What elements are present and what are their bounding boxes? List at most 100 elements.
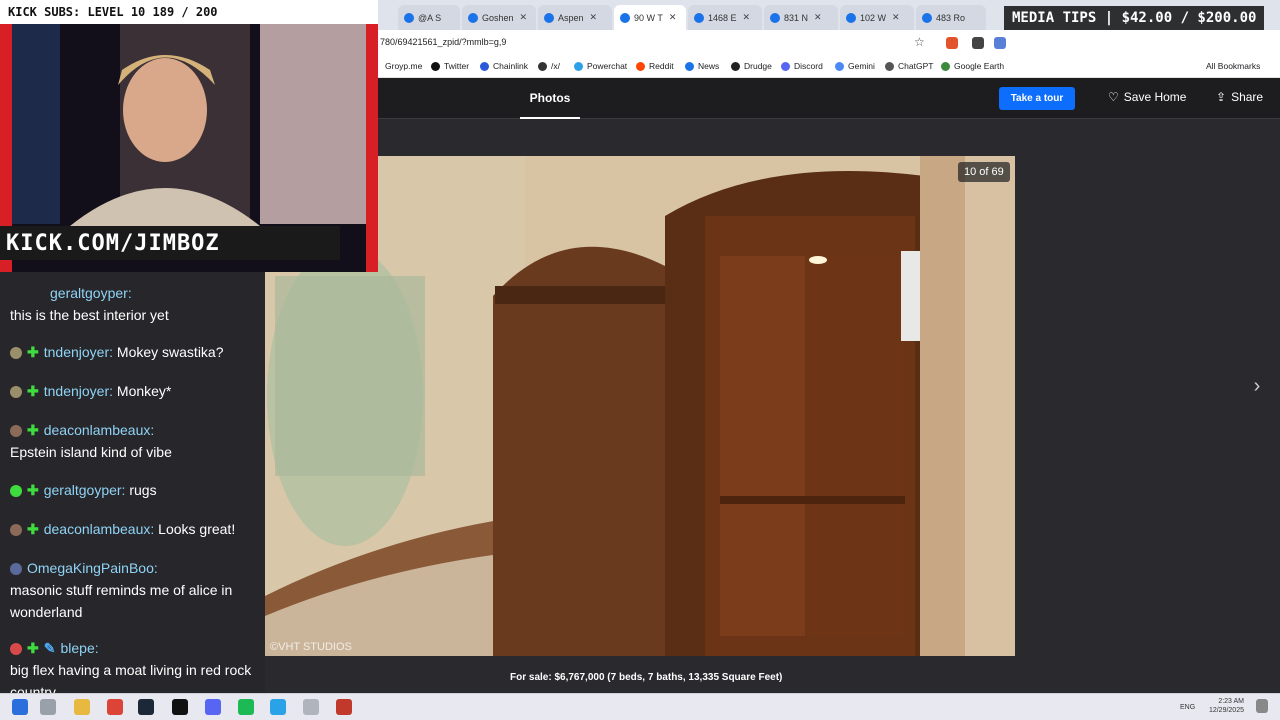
extension-icon[interactable] [972,37,984,49]
discord-icon [781,61,790,71]
bookmark-item[interactable]: Drudge [731,61,772,71]
chat-username[interactable]: tndenjoyer: [44,344,113,360]
spotify-icon[interactable] [238,699,254,715]
app-icon[interactable] [303,699,319,715]
browser-tab-active[interactable]: 90 W T ✕ [614,5,686,30]
browser-tab[interactable]: 831 N ✕ [764,5,838,30]
browser-tab[interactable]: Goshen ✕ [462,5,536,30]
user-badge-icon [10,563,22,576]
user-badge-icon [10,643,22,656]
gemini-icon [835,61,844,71]
take-tour-button[interactable]: Take a tour [999,87,1075,110]
bookmark-item[interactable]: News [685,61,719,71]
drudge-icon [731,61,740,71]
zillow-favicon-icon [922,12,932,23]
chat-message: ✚ tndenjoyer: Monkey* [10,380,265,402]
user-badge-icon [10,425,22,438]
chat-username[interactable]: geraltgoyper: [44,482,126,498]
next-photo-chevron-icon[interactable]: › [1246,375,1268,397]
browser-tab[interactable]: 483 Ro [916,5,986,30]
browser-tab[interactable]: Aspen ✕ [538,5,612,30]
zillow-favicon-icon [770,12,780,23]
app-icon[interactable] [336,699,352,715]
user-badge-icon [10,524,22,537]
browser-tab[interactable]: 102 W ✕ [840,5,914,30]
chat-message: ✚ deaconlambeaux: Epstein island kind of … [10,419,265,463]
language-indicator[interactable]: ENG [1180,703,1195,712]
tab-close-icon[interactable]: ✕ [743,12,751,23]
chat-username[interactable]: OmegaKingPainBoo: [27,560,158,576]
chrome-icon[interactable] [107,699,123,715]
heart-icon: ♡ [1108,90,1119,104]
metamask-extension-icon[interactable] [946,37,958,49]
chat-message: geraltgoyper: this is the best interior … [10,282,265,326]
plus-badge-icon: ✚ [27,521,39,537]
bookmark-item[interactable]: /x/ [538,61,560,71]
discord-icon[interactable] [205,699,221,715]
chat-username[interactable]: tndenjoyer: [44,383,113,399]
chat-username[interactable]: deaconlambeaux: [44,422,155,438]
tab-close-icon[interactable]: ✕ [814,12,822,23]
clock[interactable]: 2:23 AM 12/29/2025 [1200,697,1244,715]
windows-start-icon[interactable] [12,699,28,715]
pencil-badge-icon: ✎ [43,640,56,656]
extension-icon[interactable] [994,37,1006,49]
bookmark-item[interactable]: Google Earth [941,61,1004,71]
kick-url-banner: KICK.COM/JIMBOZ [0,226,340,260]
chat-username[interactable]: blepe: [60,640,98,656]
task-view-icon[interactable] [40,699,56,715]
telegram-icon[interactable] [270,699,286,715]
media-tips-goal: MEDIA TIPS | $42.00 / $200.00 [1004,6,1265,30]
photo-counter: 10 of 69 [958,162,1010,182]
screen: { "browser": { "tabs": [ {"label": "@A S… [0,0,1280,720]
tab-close-icon[interactable]: ✕ [520,12,528,23]
chat-message: ✚ geraltgoyper: rugs [10,479,265,501]
all-bookmarks-button[interactable]: All Bookmarks [1206,61,1260,71]
taskbar: ENG 2:23 AM 12/29/2025 [0,693,1280,720]
share-button[interactable]: ⇪ Share [1216,90,1263,104]
bookmark-item[interactable]: Chainlink [480,61,528,71]
bookmark-item[interactable]: ChatGPT [885,61,933,71]
google-earth-icon [941,61,950,71]
save-home-button[interactable]: ♡ Save Home [1108,90,1186,104]
browser-tab[interactable]: @A S [398,5,460,30]
chat-text: rugs [129,482,157,498]
user-badge-icon [10,386,22,399]
chainlink-icon [480,61,489,71]
share-icon: ⇪ [1216,90,1227,104]
steam-icon[interactable] [138,699,154,715]
bookmark-item[interactable]: Discord [781,61,823,71]
zillow-favicon-icon [468,12,478,23]
browser-tab[interactable]: 1468 E ✕ [688,5,762,30]
url-input[interactable]: 780/69421561_zpid/?mmlb=g,9 [380,37,506,47]
bookmark-item[interactable]: Groyp.me [385,61,422,71]
tab-photos[interactable]: Photos [520,78,580,119]
terminal-icon[interactable] [172,699,188,715]
reddit-icon [636,61,645,71]
file-explorer-icon[interactable] [74,699,90,715]
user-badge-icon [10,347,22,360]
user-badge-icon [10,485,22,498]
kick-subs-goal: KICK SUBS: LEVEL 10 189 / 200 [0,0,378,24]
zillow-favicon-icon [620,12,630,23]
chat-message: ✚ ✎ blepe: big flex having a moat living i… [10,637,265,693]
tab-close-icon[interactable]: ✕ [892,12,900,23]
tab-close-icon[interactable]: ✕ [669,12,677,23]
chat-text: this is the best interior yet [10,307,169,323]
notification-icon[interactable] [1256,699,1268,713]
bookmark-star-icon[interactable]: ☆ [914,35,925,49]
chat-username[interactable]: geraltgoyper: [50,285,132,301]
plus-badge-icon: ✚ [27,640,39,656]
bookmark-item[interactable]: Gemini [835,61,875,71]
bookmark-item[interactable]: Reddit [636,61,674,71]
chat-message: ✚ tndenjoyer: Mokey swastika? [10,341,265,363]
zillow-favicon-icon [846,12,856,23]
chat-username[interactable]: deaconlambeaux: [44,521,155,537]
bookmark-item[interactable]: Twitter [431,61,469,71]
tab-close-icon[interactable]: ✕ [590,12,598,23]
plus-badge-icon: ✚ [27,422,39,438]
zillow-favicon-icon [544,12,554,23]
photo-watermark: ©VHT STUDIOS [270,641,352,653]
chat-text: masonic stuff reminds me of alice in won… [10,582,233,620]
bookmark-item[interactable]: Powerchat [574,61,627,71]
